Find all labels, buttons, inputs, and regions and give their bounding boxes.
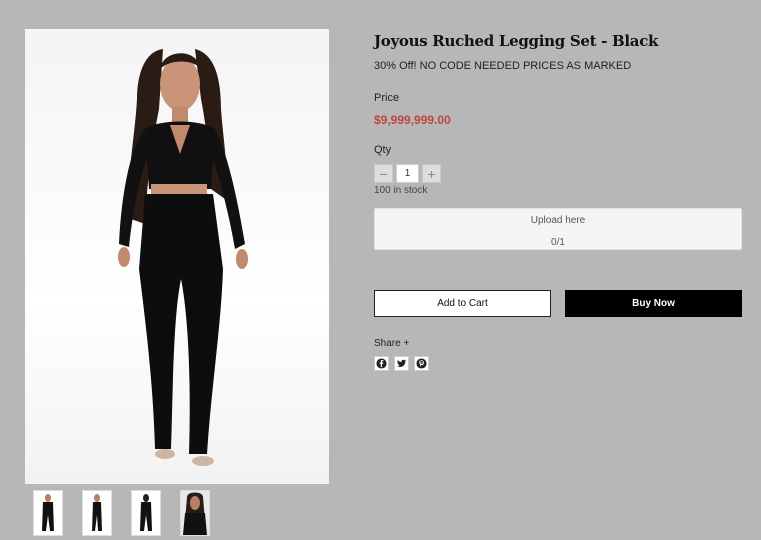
action-buttons: Add to Cart Buy Now <box>374 290 742 317</box>
qty-label: Qty <box>374 144 392 156</box>
promo-text: 30% Off! NO CODE NEEDED PRICES AS MARKED <box>374 60 632 72</box>
upload-dropzone[interactable]: Upload here 0/1 <box>374 208 742 250</box>
upload-count: 0/1 <box>551 237 565 248</box>
thumbnail-strip <box>33 490 210 536</box>
product-title: Joyous Ruched Legging Set - Black <box>374 32 659 50</box>
qty-input[interactable]: 1 <box>396 164 419 183</box>
buy-now-button[interactable]: Buy Now <box>565 290 742 317</box>
upload-title: Upload here <box>530 215 586 226</box>
facebook-icon[interactable] <box>374 356 389 371</box>
social-share-icons <box>374 356 742 371</box>
share-toggle[interactable]: Share + <box>374 338 742 349</box>
thumbnail-front[interactable] <box>33 490 63 536</box>
quantity-stepper: − 1 + <box>374 164 742 183</box>
product-info: Joyous Ruched Legging Set - Black 30% Of… <box>374 30 742 371</box>
product-main-image[interactable] <box>25 29 329 484</box>
thumbnail-side[interactable] <box>82 490 112 536</box>
pinterest-icon[interactable] <box>414 356 429 371</box>
thumbnail-closeup[interactable] <box>180 490 210 536</box>
price-label: Price <box>374 92 400 104</box>
model-figure <box>118 49 248 466</box>
qty-increase-button[interactable]: + <box>422 164 441 183</box>
price-value: $9,999,999.00 <box>374 113 451 127</box>
stock-status: 100 in stock <box>374 185 428 196</box>
thumbnail-back[interactable] <box>131 490 161 536</box>
add-to-cart-button[interactable]: Add to Cart <box>374 290 551 317</box>
qty-decrease-button[interactable]: − <box>374 164 393 183</box>
twitter-icon[interactable] <box>394 356 409 371</box>
